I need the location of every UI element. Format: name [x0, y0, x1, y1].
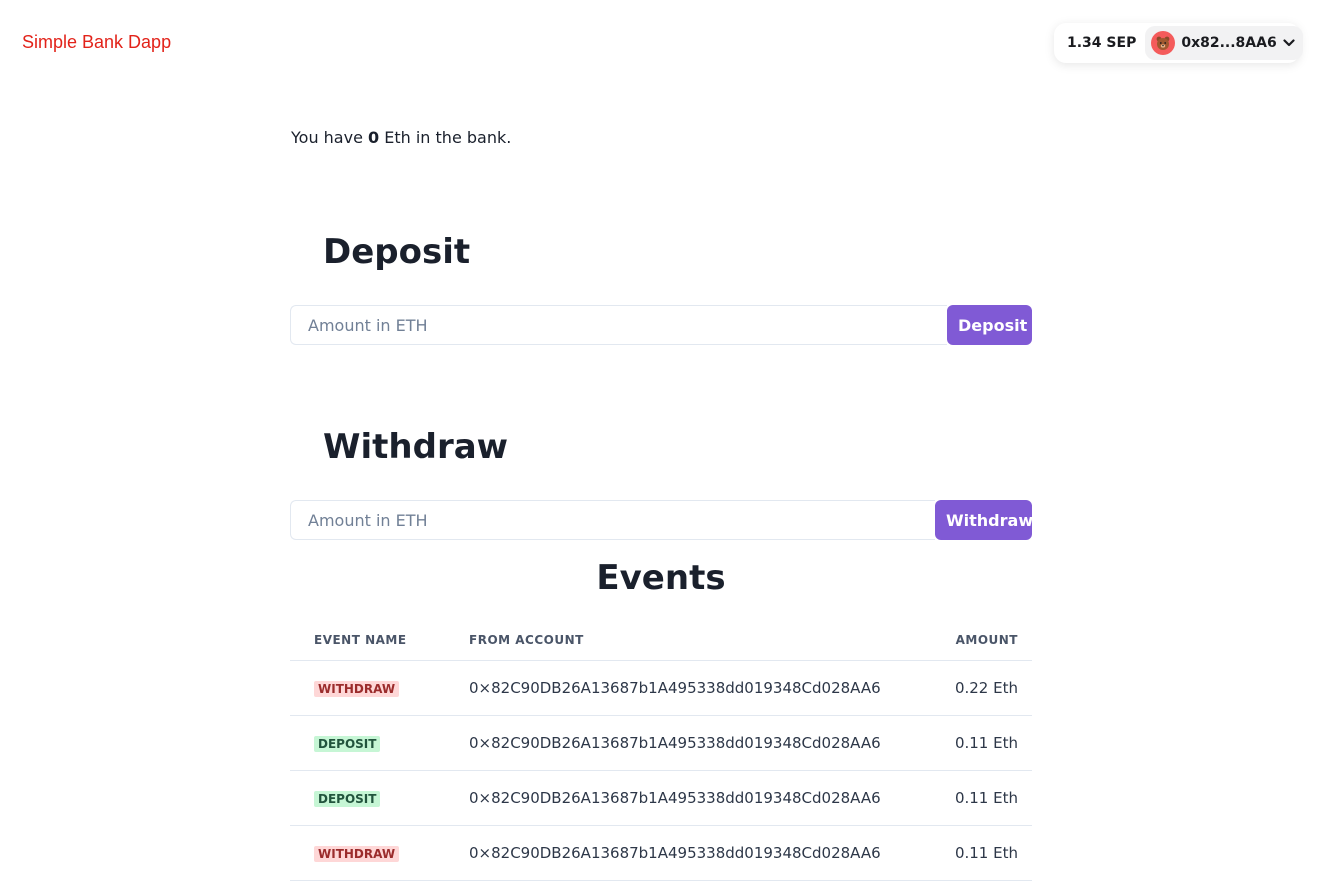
table-row: DEPOSIT 0×82C90DB26A13687b1A495338dd0193… [290, 770, 1032, 826]
balance-amount: 0 [368, 128, 380, 147]
column-header-event-name: EVENT NAME [290, 620, 445, 661]
amount-cell: 0.11 Eth [946, 770, 1032, 826]
account-button[interactable]: 0x82...8AA6 [1145, 26, 1303, 60]
event-name-cell: DEPOSIT [290, 715, 445, 771]
deposit-heading: Deposit [323, 232, 471, 272]
withdraw-button[interactable]: Withdraw [935, 500, 1033, 540]
amount-cell: 0.11 Eth [946, 825, 1032, 881]
table-header-row: EVENT NAME FROM ACCOUNT AMOUNT [290, 620, 1032, 661]
amount-cell: 0.11 Eth [946, 715, 1032, 771]
table-row: DEPOSIT 0×82C90DB26A13687b1A495338dd0193… [290, 715, 1032, 771]
deposit-badge: DEPOSIT [314, 791, 381, 807]
balance-suffix: Eth in the bank. [379, 128, 512, 147]
column-header-amount: AMOUNT [946, 620, 1032, 661]
deposit-amount-input[interactable] [290, 305, 947, 345]
withdraw-badge: WITHDRAW [314, 846, 400, 862]
deposit-badge: DEPOSIT [314, 736, 381, 752]
bank-balance-text: You have 0 Eth in the bank. [291, 128, 511, 147]
event-name-cell: DEPOSIT [290, 770, 445, 826]
app-title[interactable]: Simple Bank Dapp [22, 32, 171, 53]
wallet-widget: 1.34 SEP 0x82...8AA6 [1054, 23, 1303, 63]
withdraw-heading: Withdraw [323, 427, 509, 467]
events-heading: Events [596, 558, 726, 598]
amount-cell: 0.22 Eth [946, 660, 1032, 716]
wallet-balance[interactable]: 1.34 SEP [1058, 35, 1145, 51]
from-account-cell: 0×82C90DB26A13687b1A495338dd019348Cd028A… [445, 715, 947, 771]
from-account-cell: 0×82C90DB26A13687b1A495338dd019348Cd028A… [445, 770, 947, 826]
withdraw-badge: WITHDRAW [314, 681, 400, 697]
balance-prefix: You have [291, 128, 369, 147]
from-account-cell: 0×82C90DB26A13687b1A495338dd019348Cd028A… [445, 825, 947, 881]
deposit-button[interactable]: Deposit [947, 305, 1032, 345]
table-row: WITHDRAW 0×82C90DB26A13687b1A495338dd019… [290, 660, 1032, 716]
from-account-cell: 0×82C90DB26A13687b1A495338dd019348Cd028A… [445, 660, 947, 716]
events-table: EVENT NAME FROM ACCOUNT AMOUNT WITHDRAW … [290, 620, 1032, 881]
bear-emoji-icon [1151, 31, 1176, 55]
event-name-cell: WITHDRAW [290, 825, 445, 881]
deposit-form: Deposit [290, 305, 1032, 345]
column-header-from-account: FROM ACCOUNT [445, 620, 947, 661]
chevron-down-icon [1283, 39, 1295, 47]
withdraw-amount-input[interactable] [290, 500, 935, 540]
withdraw-form: Withdraw [290, 500, 1033, 540]
table-row: WITHDRAW 0×82C90DB26A13687b1A495338dd019… [290, 825, 1032, 881]
event-name-cell: WITHDRAW [290, 660, 445, 716]
wallet-address: 0x82...8AA6 [1181, 35, 1277, 51]
